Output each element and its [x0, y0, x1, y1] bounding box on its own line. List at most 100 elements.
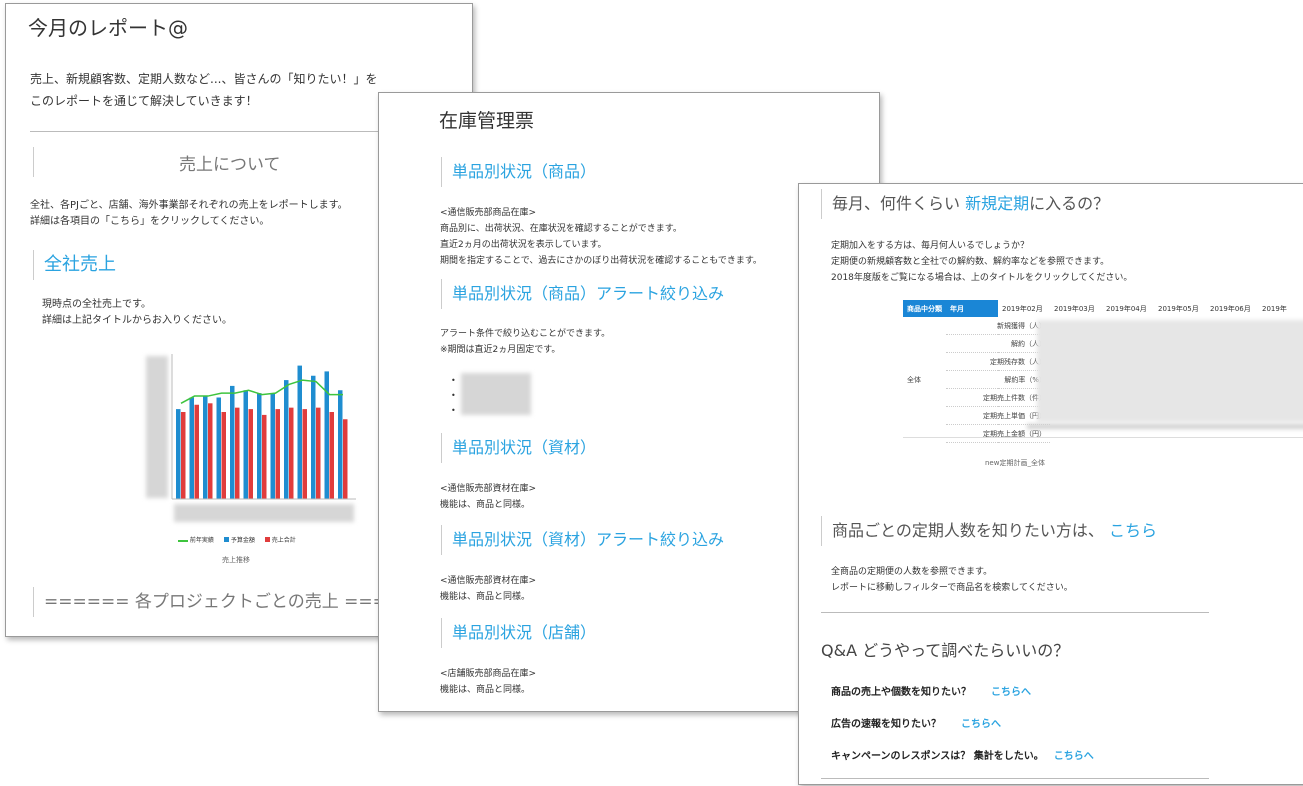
divider [821, 778, 1209, 779]
table-row-label: 定期売上件数（件） [946, 388, 1050, 407]
bar-budget [216, 397, 221, 499]
qa-link[interactable]: こちらへ [1054, 751, 1094, 762]
bar-budget [311, 375, 316, 499]
table-header-cell: 年月 [946, 300, 998, 317]
desc-line: <通信販売部資材在庫> [440, 484, 537, 494]
blurred-table-values [1037, 320, 1303, 422]
company-sales-header[interactable]: 全社売上 [33, 250, 116, 280]
chart-caption: 売上推移 [222, 556, 250, 564]
desc-line: 2018年度版をご覧になる場合は、上のタイトルをクリックしてください。 [831, 273, 1133, 283]
count-prefix: 商品ごとの定期人数を知りたい方は、 [832, 521, 1104, 540]
section-description: <店舗販売部商品在庫> 機能は、商品と同様。 [440, 666, 536, 698]
blurred-list-content [461, 373, 531, 415]
desc-line: 期間を指定することで、過去にさかのぼり出荷状況を確認することもできます。 [440, 256, 762, 266]
bar-sales [289, 407, 294, 499]
qa-title: Q&A どうやって調べたらいいの？ [821, 641, 1070, 660]
table-header-cell: 2019年03月 [1050, 300, 1102, 317]
company-sales-link[interactable]: 全社売上 [44, 254, 116, 275]
bar-budget [176, 409, 181, 499]
section-header[interactable]: 単品別状況（商品）アラート絞り込み [441, 279, 724, 309]
section-description: <通信販売部商品在庫> 商品別に、出荷状況、在庫状況を確認することができます。 … [440, 205, 762, 269]
bar-budget [338, 390, 343, 499]
qa-question: キャンペーンのレスポンスは？ 集計をしたい。 [831, 751, 1044, 762]
table-row-label: 解約率（%） [946, 370, 1050, 389]
list-item: • [451, 376, 456, 385]
list-item: • [451, 391, 456, 400]
bar-budget [297, 365, 302, 499]
bar-sales [302, 409, 307, 499]
page-title: 今月のレポート@ [28, 16, 188, 40]
material-status-link[interactable]: 単品別状況（資材） [452, 438, 596, 457]
table-header-cell: 2019年04月 [1102, 300, 1154, 317]
legend-item: 前年実績 [178, 535, 214, 544]
new-subscription-link[interactable]: 新規定期 [965, 194, 1029, 213]
desc-line: 機能は、商品と同様。 [440, 592, 531, 602]
sales-desc-line: 詳細は各項目の「こちら」をクリックしてください。 [30, 216, 270, 227]
table-row-label: 解約（人） [946, 334, 1050, 353]
bar-budget [284, 380, 289, 499]
list-item: • [451, 406, 456, 415]
qa-link[interactable]: こちらへ [991, 687, 1031, 698]
desc-line: 全商品の定期便の人数を参照できます。 [831, 567, 993, 577]
desc-line: アラート条件で絞り込むことができます。 [440, 329, 611, 339]
question-prefix: 毎月、何件くらい [832, 194, 961, 213]
item-status-link[interactable]: 単品別状況（商品） [452, 162, 596, 181]
bar-budget [270, 393, 275, 499]
desc-line: 直近2ヵ月の出荷状況を表示しています。 [440, 240, 607, 250]
divider [821, 612, 1209, 613]
desc-line: <店舗販売部商品在庫> [440, 669, 537, 679]
material-alert-link[interactable]: 単品別状況（資材）アラート絞り込み [452, 530, 724, 549]
blurred-x-labels [174, 504, 354, 522]
desc-line: 機能は、商品と同様。 [440, 500, 531, 510]
desc-line: 商品別に、出荷状況、在庫状況を確認することができます。 [440, 224, 682, 234]
bar-sales [221, 412, 226, 499]
qa-link[interactable]: こちらへ [961, 719, 1001, 730]
subscription-panel: 毎月、何件くらい 新規定期に入るの？ 定期加入をする方は、毎月何人いるでしょうか… [798, 183, 1303, 785]
qa-item: 商品の売上や個数を知りたい？ こちらへ [831, 683, 1031, 698]
blurred-list: • • • [451, 373, 456, 418]
section-header[interactable]: 単品別状況（資材） [441, 433, 596, 463]
qa-item: 広告の速報を知りたい？ こちらへ [831, 715, 1001, 730]
desc-line: 定期便の新規顧客数と全社での解約数、解約率などを参照できます。 [831, 257, 1110, 267]
project-section-header: ====== 各プロジェクトごとの売上 ====== [33, 587, 430, 617]
table-header-cell: 2019年05月 [1154, 300, 1206, 317]
bar-sales [235, 407, 240, 499]
table-row-label: 定期売上単価（円） [946, 406, 1050, 425]
bar-sales [248, 409, 253, 499]
section-description: アラート条件で絞り込むことができます。 ※期間は直近2ヵ月固定です。 [440, 326, 610, 358]
desc-line: 定期加入をする方は、毎月何人いるでしょうか？ [831, 241, 1030, 251]
company-desc-line: 詳細は上記タイトルからお入りください。 [42, 315, 232, 326]
intro-text: 売上、新規顧客数、定期人数など...、皆さんの「知りたい！」を このレポートを通… [30, 68, 377, 112]
section-header[interactable]: 単品別状況（資材）アラート絞り込み [441, 525, 724, 555]
company-description: 現時点の全社売上です。 詳細は上記タイトルからお入りください。 [42, 297, 232, 329]
legend-item: 予算金額 [223, 535, 255, 544]
project-section-title: ====== 各プロジェクトごとの売上 ====== [44, 592, 430, 612]
desc-line: <通信販売部商品在庫> [440, 208, 537, 218]
table-header-row: 商品中分類 年月 2019年02月 2019年03月 2019年04月 2019… [903, 300, 1291, 317]
subscription-description: 定期加入をする方は、毎月何人いるでしょうか？ 定期便の新規顧客数と全社での解約数… [831, 238, 1132, 286]
bar-budget [243, 390, 248, 499]
table-header-cell: 2019年 [1258, 300, 1291, 317]
bar-sales [316, 407, 321, 499]
section-header[interactable]: 単品別状況（商品） [441, 157, 596, 187]
table-header-cell: 商品中分類 [903, 300, 946, 317]
bar-sales [343, 419, 348, 499]
table-row-label: 新規獲得（人） [946, 317, 1050, 335]
intro-line: 売上、新規顧客数、定期人数など...、皆さんの「知りたい！」を [30, 72, 378, 86]
section-description: <通信販売部資材在庫> 機能は、商品と同様。 [440, 481, 536, 513]
bar-sales [329, 412, 334, 499]
section-header[interactable]: 単品別状況（店舗） [441, 618, 596, 648]
desc-line: レポートに移動しフィルターで商品名を検索してください。 [831, 583, 1073, 593]
count-description: 全商品の定期便の人数を参照できます。 レポートに移動しフィルターで商品名を検索し… [831, 564, 1073, 596]
section-title: 売上について [179, 155, 281, 175]
store-status-link[interactable]: 単品別状況（店舗） [452, 623, 596, 642]
table-divider [903, 437, 1303, 438]
qa-question: 広告の速報を知りたい？ [831, 719, 941, 730]
bar-budget [203, 396, 208, 499]
table-caption: new定期計画_全体 [985, 459, 1045, 467]
legend-item: 売上合計 [264, 535, 296, 544]
count-link[interactable]: こちら [1109, 521, 1157, 540]
question-header: 毎月、何件くらい 新規定期に入るの？ [821, 189, 1109, 219]
item-alert-link[interactable]: 単品別状況（商品）アラート絞り込み [452, 284, 724, 303]
bar-sales [275, 409, 280, 499]
